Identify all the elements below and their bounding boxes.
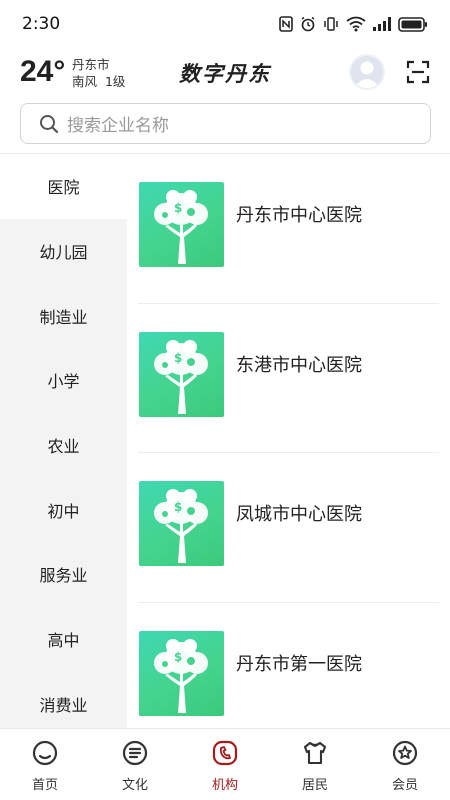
tree-logo-icon: $ xyxy=(154,489,208,563)
sidebar-item-primary-school[interactable]: 小学 xyxy=(0,348,127,413)
organization-name: 丹东市第一医院 xyxy=(236,653,362,675)
tree-logo-icon: $ xyxy=(154,190,208,264)
svg-text:$: $ xyxy=(174,500,182,514)
sidebar-item-agriculture[interactable]: 农业 xyxy=(0,413,127,478)
list-item[interactable]: $ 丹东市中心医院 xyxy=(138,154,439,304)
category-sidebar: 医院 幼儿园 制造业 小学 农业 初中 服务业 高中 消费业 xyxy=(0,154,127,728)
sidebar-item-senior-high[interactable]: 高中 xyxy=(0,607,127,672)
tab-member[interactable]: 会员 xyxy=(360,729,450,800)
search-input[interactable]: 搜索企业名称 xyxy=(20,103,431,144)
member-icon xyxy=(392,740,418,766)
culture-icon xyxy=(122,740,148,766)
sidebar-item-consumer[interactable]: 消费业 xyxy=(0,672,127,729)
tab-label: 会员 xyxy=(391,778,418,793)
sidebar-item-hospital[interactable]: 医院 xyxy=(0,154,127,219)
search-icon xyxy=(40,114,59,133)
tab-resident[interactable]: 居民 xyxy=(270,729,360,800)
user-avatar-icon xyxy=(354,61,380,88)
organization-thumbnail: $ xyxy=(139,182,224,267)
tree-logo-icon: $ xyxy=(154,339,208,414)
list-item[interactable]: $ 凤城市中心医院 xyxy=(138,453,439,603)
svg-text:$: $ xyxy=(174,201,182,215)
sidebar-item-junior-high[interactable]: 初中 xyxy=(0,477,127,542)
app-header: 24° 丹东市 南风 1级 数字丹东 xyxy=(0,48,450,100)
wifi-icon xyxy=(346,16,366,32)
svg-text:$: $ xyxy=(174,351,182,365)
status-time: 2:30 xyxy=(22,14,61,34)
list-item[interactable]: $ 东港市中心医院 xyxy=(138,304,439,453)
resident-icon xyxy=(303,741,327,765)
organization-name: 丹东市中心医院 xyxy=(236,205,362,226)
battery-icon xyxy=(398,16,427,32)
nfc-icon xyxy=(279,16,293,32)
status-icons xyxy=(279,16,428,32)
tab-label: 首页 xyxy=(31,778,58,793)
tab-culture[interactable]: 文化 xyxy=(90,729,180,800)
tab-label: 居民 xyxy=(301,778,328,793)
tab-home[interactable]: 首页 xyxy=(0,729,90,800)
alarm-icon xyxy=(301,16,315,32)
institution-icon xyxy=(212,740,238,766)
home-icon xyxy=(32,740,58,766)
sidebar-item-kindergarten[interactable]: 幼儿园 xyxy=(0,219,127,284)
bottom-tab-bar: 首页 文化 机构 居民 会员 xyxy=(0,728,450,800)
organization-thumbnail: $ xyxy=(139,630,224,716)
organization-name: 凤城市中心医院 xyxy=(236,504,362,525)
tab-label: 文化 xyxy=(121,778,148,793)
vibrate-icon xyxy=(324,17,338,31)
sidebar-item-service[interactable]: 服务业 xyxy=(0,542,127,607)
signal-icon xyxy=(373,17,391,31)
svg-text:$: $ xyxy=(174,650,182,664)
search-placeholder: 搜索企业名称 xyxy=(67,116,169,136)
organization-name: 东港市中心医院 xyxy=(236,354,362,376)
organization-list: $ 丹东市中心医院 $ 东港市中心医院 $ 凤城市中心医院 $ 丹东市第一医院 xyxy=(127,154,450,728)
status-bar: 2:30 xyxy=(0,0,450,48)
avatar[interactable] xyxy=(349,54,385,90)
tree-logo-icon: $ xyxy=(154,638,208,713)
scan-icon[interactable] xyxy=(406,60,430,84)
list-item[interactable]: $ 丹东市第一医院 xyxy=(138,603,439,729)
tab-institution[interactable]: 机构 xyxy=(180,729,270,800)
tab-label: 机构 xyxy=(211,778,238,793)
sidebar-item-manufacturing[interactable]: 制造业 xyxy=(0,283,127,348)
organization-thumbnail: $ xyxy=(139,481,224,566)
organization-thumbnail: $ xyxy=(139,331,224,417)
